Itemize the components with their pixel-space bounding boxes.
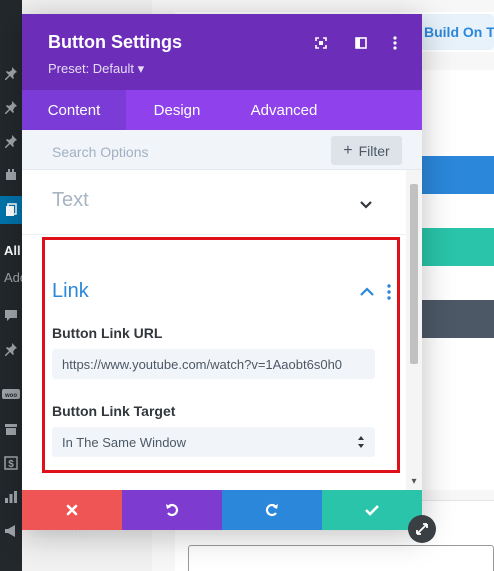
chevron-down-icon [360,201,372,209]
wp-pages-menu-active[interactable] [0,196,22,224]
dollar-icon[interactable]: $ [0,452,22,474]
plus-icon: + [343,141,353,159]
builder-row-stripe [420,228,494,266]
wp-admin-sidebar: All Add woo $ [0,0,27,571]
discard-button[interactable] [22,490,122,530]
scrollbar-thumb[interactable] [410,184,418,364]
tab-design[interactable]: Design [126,90,228,130]
pin-icon[interactable] [0,62,22,84]
pin-icon[interactable] [0,130,22,152]
archive-icon[interactable] [0,418,22,440]
modal-footer [22,490,422,530]
close-icon [66,504,78,516]
comments-icon[interactable] [0,304,22,326]
wp-submenu-all[interactable]: All [4,243,21,258]
check-icon [365,505,379,516]
svg-text:$: $ [8,459,14,470]
scroll-down-arrow-icon[interactable]: ▾ [406,472,422,490]
builder-module-stripe [420,300,494,338]
svg-text:woo: woo [4,393,17,399]
resize-handle[interactable] [408,515,436,543]
builder-section-stripe [420,156,494,194]
tab-content[interactable]: Content [22,90,126,130]
redo-icon [265,503,278,517]
save-button[interactable] [322,490,422,530]
resize-icon [416,523,428,535]
tab-advanced[interactable]: Advanced [228,90,340,130]
toggle-text-title: Text [52,189,89,211]
search-bar: + Filter [22,130,422,170]
redo-button[interactable] [222,490,322,530]
settings-tabs: Content Design Advanced [22,90,422,130]
undo-icon [166,503,179,517]
modal-header: Button Settings Preset: Default ▾ [22,14,422,90]
chart-icon[interactable] [0,486,22,508]
highlight-annotation [42,237,400,473]
modal-title: Button Settings [48,32,182,52]
plugin-icon[interactable] [0,164,22,186]
search-options-input[interactable] [52,142,302,162]
builder-input-box[interactable] [188,545,494,571]
pin-icon[interactable] [0,96,22,118]
megaphone-icon[interactable] [0,520,22,542]
pages-icon [0,199,22,221]
preset-dropdown[interactable]: Preset: Default ▾ [48,61,144,77]
undo-button[interactable] [122,490,222,530]
woo-icon[interactable]: woo [0,384,22,406]
filter-button[interactable]: + Filter [331,136,402,165]
split-view-icon[interactable] [352,34,370,52]
toggle-text[interactable]: Text [22,170,406,235]
expand-icon[interactable] [312,34,330,52]
filter-label: Filter [358,142,390,159]
more-options-icon[interactable] [386,34,404,52]
pin-icon[interactable] [0,338,22,360]
